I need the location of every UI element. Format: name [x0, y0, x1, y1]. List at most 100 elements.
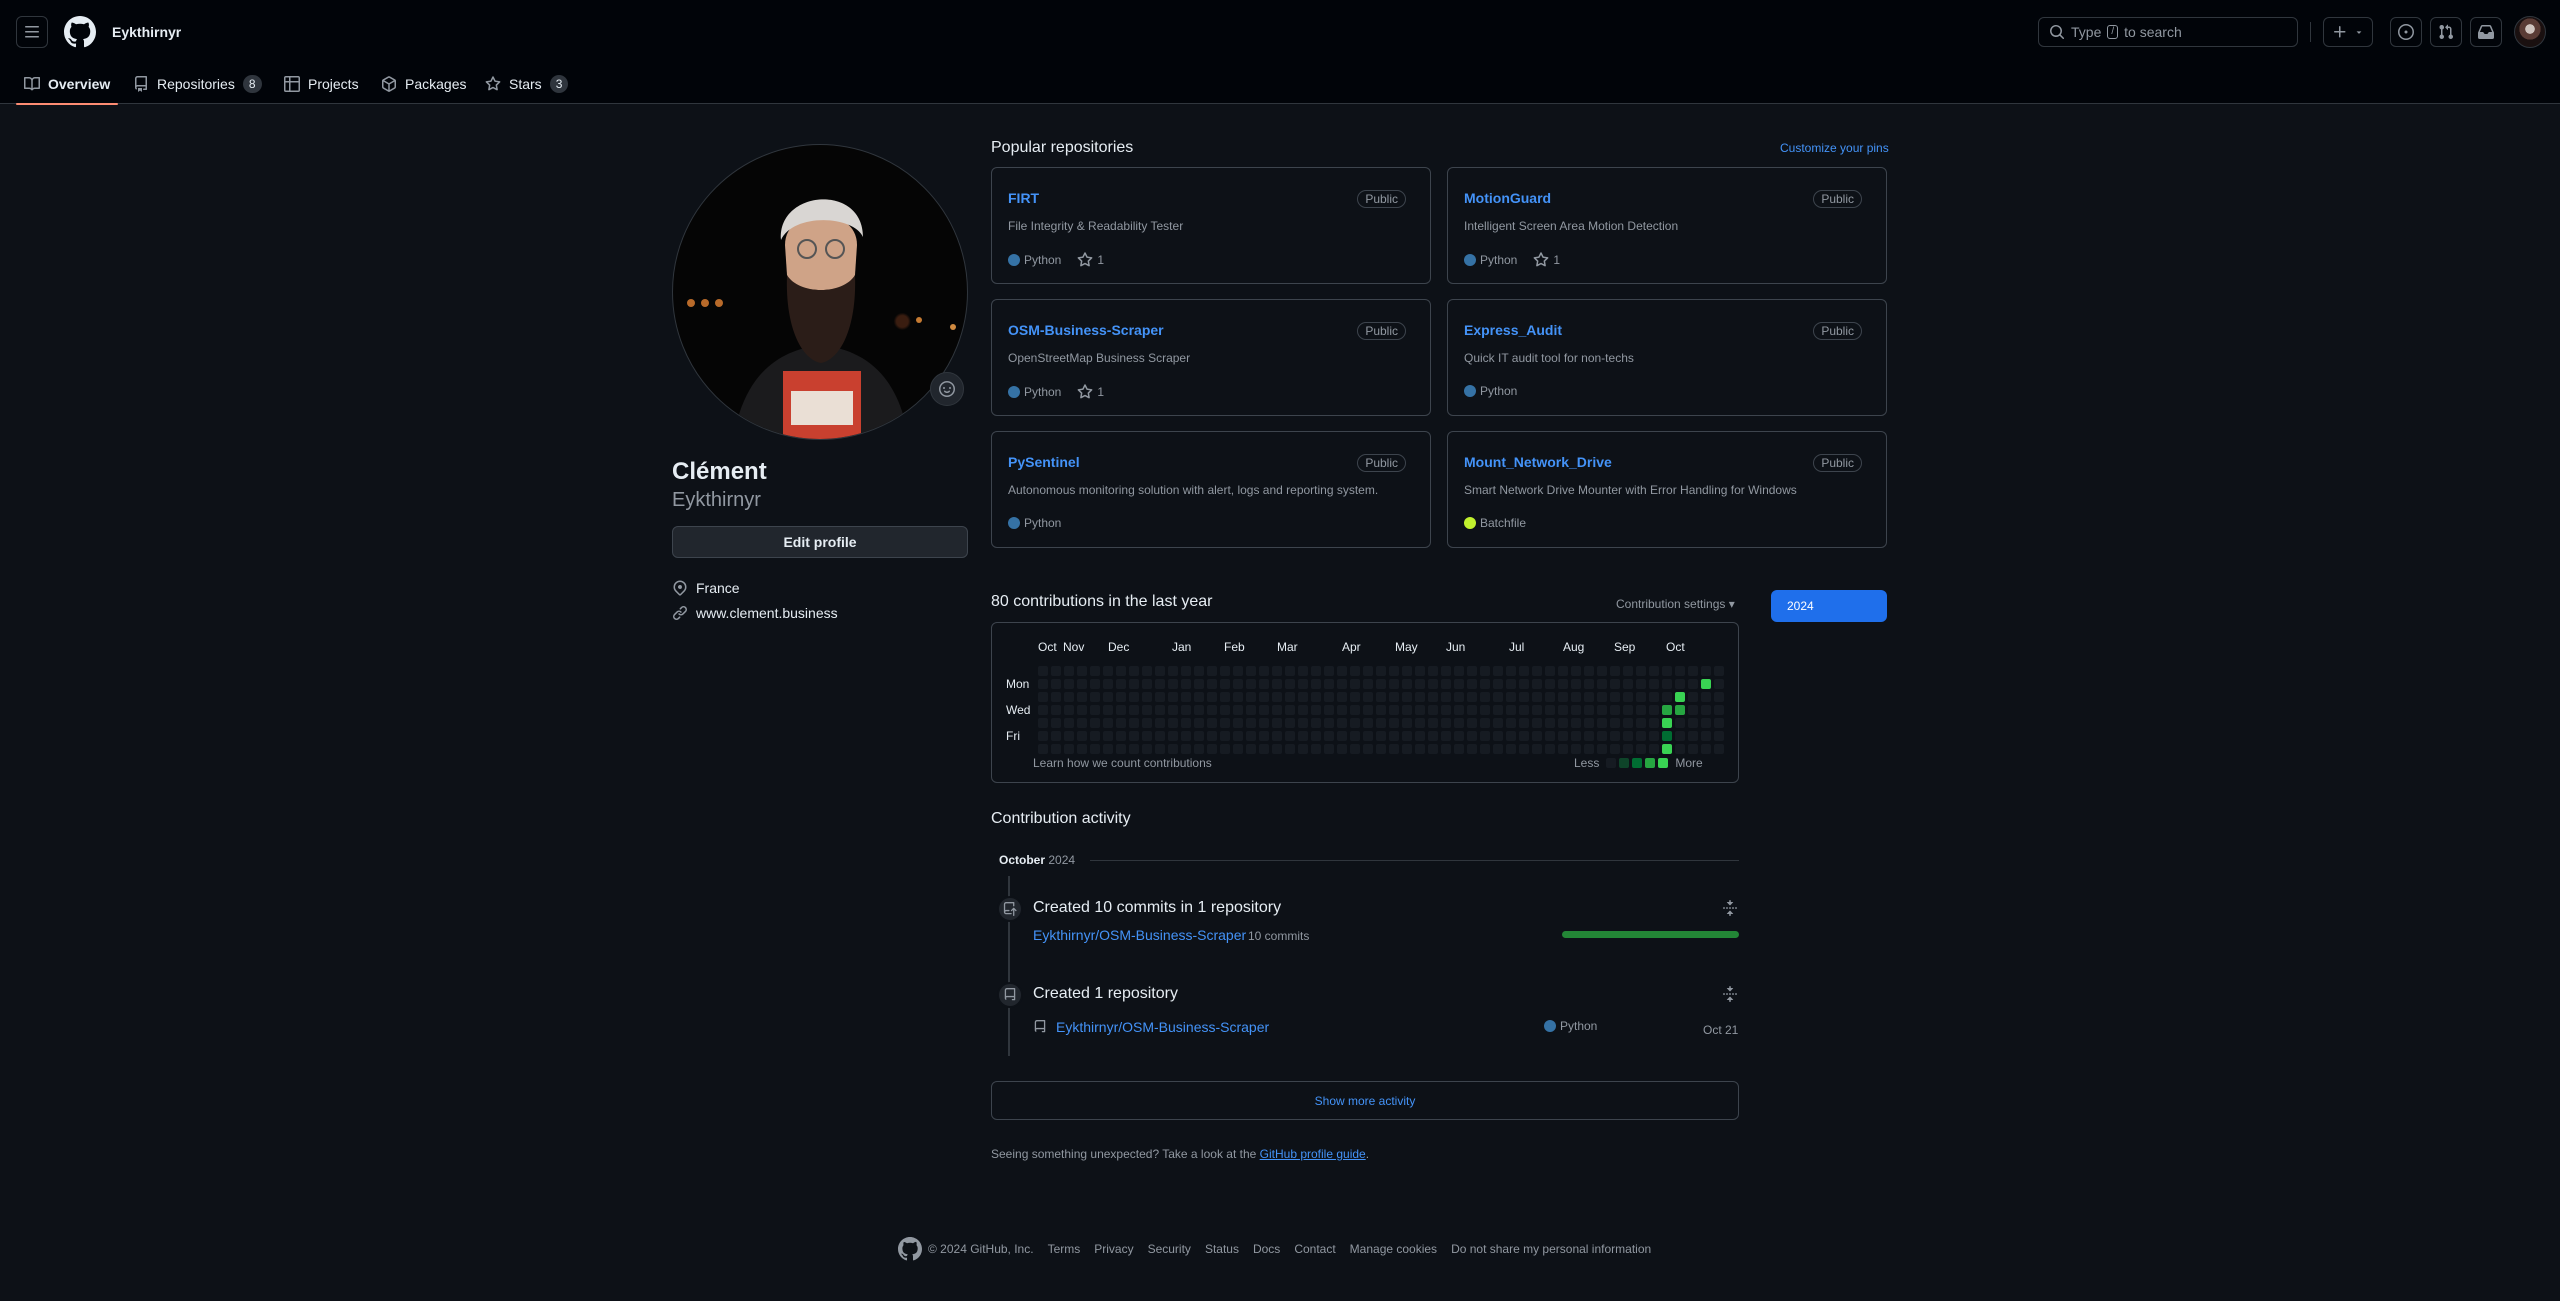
contribution-day[interactable] [1376, 744, 1386, 754]
contribution-day[interactable] [1220, 718, 1230, 728]
contribution-day[interactable] [1545, 744, 1555, 754]
contribution-day[interactable] [1129, 692, 1139, 702]
contribution-day[interactable] [1610, 666, 1620, 676]
contribution-day[interactable] [1363, 718, 1373, 728]
contribution-day[interactable] [1272, 692, 1282, 702]
contribution-day[interactable] [1688, 666, 1698, 676]
contribution-day[interactable] [1428, 705, 1438, 715]
contribution-day[interactable] [1701, 718, 1711, 728]
contribution-day[interactable] [1441, 744, 1451, 754]
contribution-day[interactable] [1623, 718, 1633, 728]
contribution-day[interactable] [1337, 744, 1347, 754]
contribution-day[interactable] [1558, 705, 1568, 715]
contribution-day[interactable] [1233, 692, 1243, 702]
contribution-day[interactable] [1207, 744, 1217, 754]
contribution-day[interactable] [1584, 744, 1594, 754]
contribution-day[interactable] [1662, 744, 1672, 754]
contribution-day[interactable] [1441, 666, 1451, 676]
pinned-repo-stars[interactable]: 1 [1533, 252, 1560, 268]
contribution-day[interactable] [1467, 731, 1477, 741]
contribution-day[interactable] [1142, 679, 1152, 689]
contribution-day[interactable] [1350, 666, 1360, 676]
customize-pins-link[interactable]: Customize your pins [1780, 141, 1889, 155]
search-input[interactable]: Type / to search [2038, 17, 2298, 47]
contribution-day[interactable] [1493, 692, 1503, 702]
contribution-settings-dropdown[interactable]: Contribution settings ▾ [1616, 597, 1735, 611]
contribution-day[interactable] [1389, 705, 1399, 715]
contribution-day[interactable] [1259, 666, 1269, 676]
contribution-day[interactable] [1662, 679, 1672, 689]
contribution-day[interactable] [1545, 731, 1555, 741]
contribution-day[interactable] [1571, 744, 1581, 754]
contribution-day[interactable] [1194, 731, 1204, 741]
contribution-day[interactable] [1597, 692, 1607, 702]
contribution-day[interactable] [1168, 692, 1178, 702]
contribution-day[interactable] [1467, 679, 1477, 689]
contribution-day[interactable] [1649, 666, 1659, 676]
contribution-day[interactable] [1220, 731, 1230, 741]
contribution-day[interactable] [1350, 731, 1360, 741]
contribution-day[interactable] [1077, 666, 1087, 676]
contribution-day[interactable] [1285, 666, 1295, 676]
contribution-day[interactable] [1493, 705, 1503, 715]
contribution-day[interactable] [1493, 679, 1503, 689]
contribution-day[interactable] [1311, 744, 1321, 754]
contribution-day[interactable] [1207, 692, 1217, 702]
contribution-day[interactable] [1662, 705, 1672, 715]
contribution-day[interactable] [1285, 744, 1295, 754]
contribution-day[interactable] [1701, 731, 1711, 741]
contribution-day[interactable] [1597, 744, 1607, 754]
contribution-day[interactable] [1649, 718, 1659, 728]
contribution-day[interactable] [1675, 731, 1685, 741]
contribution-day[interactable] [1467, 718, 1477, 728]
contribution-day[interactable] [1532, 679, 1542, 689]
contribution-day[interactable] [1571, 718, 1581, 728]
contribution-day[interactable] [1181, 679, 1191, 689]
contribution-day[interactable] [1038, 731, 1048, 741]
contribution-day[interactable] [1610, 692, 1620, 702]
contribution-day[interactable] [1493, 731, 1503, 741]
contribution-day[interactable] [1181, 731, 1191, 741]
contribution-day[interactable] [1194, 744, 1204, 754]
contribution-day[interactable] [1246, 705, 1256, 715]
contribution-day[interactable] [1389, 666, 1399, 676]
contribution-day[interactable] [1051, 666, 1061, 676]
contribution-day[interactable] [1155, 692, 1165, 702]
contribution-day[interactable] [1285, 692, 1295, 702]
contribution-day[interactable] [1415, 692, 1425, 702]
contribution-day[interactable] [1207, 731, 1217, 741]
contribution-day[interactable] [1467, 666, 1477, 676]
contribution-day[interactable] [1324, 692, 1334, 702]
contribution-day[interactable] [1064, 731, 1074, 741]
contribution-day[interactable] [1688, 731, 1698, 741]
contribution-day[interactable] [1636, 718, 1646, 728]
contribution-day[interactable] [1662, 718, 1672, 728]
contribution-day[interactable] [1350, 744, 1360, 754]
contribution-day[interactable] [1623, 666, 1633, 676]
contribution-day[interactable] [1714, 679, 1724, 689]
contribution-day[interactable] [1337, 705, 1347, 715]
tab-overview[interactable]: Overview [15, 64, 119, 105]
contribution-day[interactable] [1675, 679, 1685, 689]
contribution-day[interactable] [1259, 718, 1269, 728]
contribution-day[interactable] [1350, 705, 1360, 715]
contribution-day[interactable] [1129, 679, 1139, 689]
tab-repositories[interactable]: Repositories 8 [133, 64, 262, 104]
commits-repo-link[interactable]: Eykthirnyr/OSM-Business-Scraper [1033, 927, 1246, 943]
contribution-day[interactable] [1532, 744, 1542, 754]
contribution-day[interactable] [1077, 731, 1087, 741]
contribution-day[interactable] [1506, 731, 1516, 741]
contribution-day[interactable] [1480, 679, 1490, 689]
contribution-day[interactable] [1168, 744, 1178, 754]
contribution-day[interactable] [1571, 679, 1581, 689]
contribution-day[interactable] [1324, 718, 1334, 728]
contribution-day[interactable] [1233, 679, 1243, 689]
contribution-day[interactable] [1090, 705, 1100, 715]
contribution-day[interactable] [1649, 705, 1659, 715]
contribution-day[interactable] [1246, 666, 1256, 676]
contribution-day[interactable] [1311, 731, 1321, 741]
contribution-day[interactable] [1675, 718, 1685, 728]
contribution-day[interactable] [1428, 718, 1438, 728]
contribution-day[interactable] [1220, 744, 1230, 754]
pinned-repo-stars[interactable]: 1 [1077, 252, 1104, 268]
